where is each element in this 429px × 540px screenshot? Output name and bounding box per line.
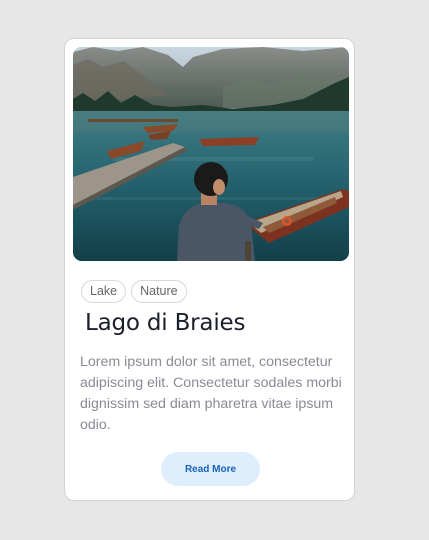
- card-image: [73, 47, 349, 261]
- tag-list: Lake Nature: [81, 280, 187, 303]
- tag-lake[interactable]: Lake: [81, 280, 127, 303]
- lake-photo-illustration: [73, 47, 349, 261]
- card-description: Lorem ipsum dolor sit amet, consectetur …: [80, 354, 342, 433]
- read-more-button[interactable]: Read More: [161, 452, 260, 486]
- card: Lake Nature Lago di Braies Lorem ipsum d…: [64, 38, 355, 501]
- tag-nature[interactable]: Nature: [131, 280, 187, 303]
- card-title: Lago di Braies: [85, 310, 246, 336]
